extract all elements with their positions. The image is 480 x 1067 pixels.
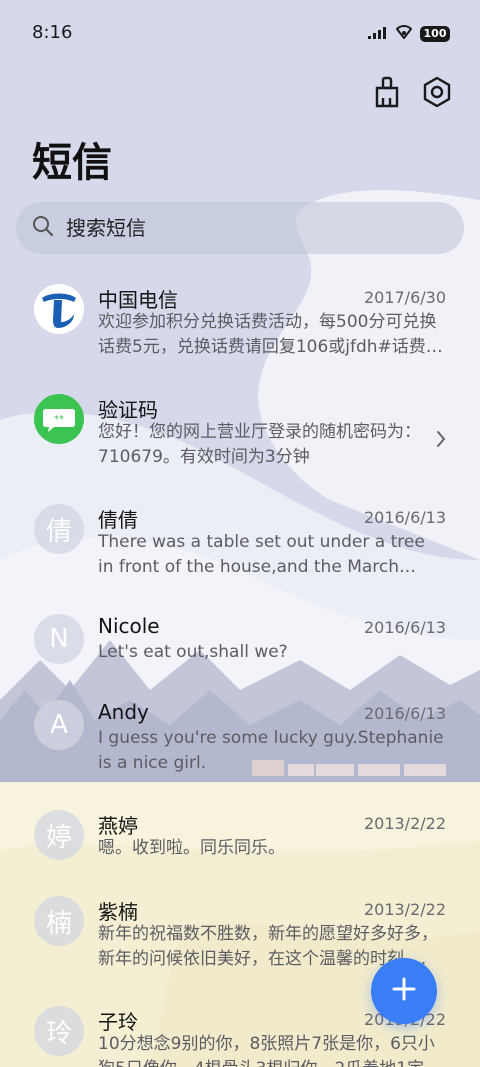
plus-icon: [391, 976, 417, 1006]
status-time: 8:16: [32, 22, 73, 43]
message-date: 2016/6/13: [363, 508, 446, 527]
message-item[interactable]: 中国电信 2017/6/30 欢迎参加积分兑换话费活动，每500分可兑换话费5元…: [0, 268, 480, 378]
wifi-icon: [395, 24, 413, 43]
contact-avatar: 婷: [34, 810, 84, 860]
message-sender: 中国电信: [98, 288, 178, 312]
new-message-button[interactable]: [371, 958, 437, 1024]
message-date: 2016/6/13: [363, 704, 446, 723]
message-date: 2013/2/22: [363, 814, 446, 833]
contact-avatar: N: [34, 614, 84, 664]
status-icons: 100: [368, 24, 450, 43]
message-sender: 验证码: [98, 398, 158, 422]
search-input[interactable]: [66, 216, 426, 240]
message-bubble-icon: **: [34, 394, 84, 444]
svg-text:**: **: [54, 414, 64, 425]
chevron-right-icon: [436, 430, 446, 452]
message-preview: 欢迎参加积分兑换话费活动，每500分可兑换话费5元，兑换话费请回复106或jfd…: [98, 312, 443, 357]
contact-avatar: 玲: [34, 1006, 84, 1056]
signal-icon: [368, 24, 388, 43]
message-item[interactable]: 婷 燕婷 2013/2/22 嗯。收到啦。同乐同乐。: [0, 794, 480, 880]
contact-avatar: 楠: [34, 896, 84, 946]
message-date: 2013/2/22: [363, 900, 446, 919]
battery-indicator: 100: [420, 25, 450, 42]
message-sender: 子玲: [98, 1010, 138, 1034]
contact-avatar: A: [34, 700, 84, 750]
message-date: 2017/6/30: [363, 288, 446, 307]
message-date: 2016/6/13: [363, 618, 446, 637]
clean-button[interactable]: [370, 76, 404, 112]
page-title: 短信: [32, 140, 112, 186]
gear-icon: [422, 76, 452, 112]
message-list: 中国电信 2017/6/30 欢迎参加积分兑换话费活动，每500分可兑换话费5元…: [0, 268, 480, 1067]
message-sender: Nicole: [98, 614, 160, 638]
message-preview: I guess you're some lucky guy.Stephanie …: [98, 728, 444, 773]
message-item[interactable]: N Nicole 2016/6/13 Let's eat out,shall w…: [0, 598, 480, 684]
telecom-logo-icon: [34, 284, 84, 334]
contact-avatar: 倩: [34, 504, 84, 554]
message-sender: Andy: [98, 700, 149, 724]
broom-icon: [373, 76, 401, 112]
message-item[interactable]: 倩 倩倩 2016/6/13 There was a table set out…: [0, 488, 480, 598]
message-preview: 您好！您的网上营业厅登录的随机密码为：710679。有效时间为3分钟: [98, 422, 421, 467]
status-bar: 8:16 100: [0, 0, 480, 68]
message-sender: 倩倩: [98, 508, 138, 532]
settings-button[interactable]: [420, 76, 454, 112]
message-preview: There was a table set out under a tree i…: [98, 532, 425, 577]
search-icon: [32, 215, 54, 241]
message-preview: 10分想念9别的你，8张照片7张是你，6只小狗5只像你，4根骨头3根归你，2瓜着…: [98, 1034, 435, 1067]
message-preview: 嗯。收到啦。同乐同乐。: [98, 838, 285, 858]
message-sender: 紫楠: [98, 900, 138, 924]
search-bar[interactable]: [16, 202, 464, 254]
message-sender: 燕婷: [98, 814, 138, 838]
message-item[interactable]: ** 验证码 您好！您的网上营业厅登录的随机密码为：710679。有效时间为3分…: [0, 378, 480, 488]
message-preview: Let's eat out,shall we?: [98, 642, 288, 662]
top-actions: [370, 76, 454, 112]
message-item[interactable]: A Andy 2016/6/13 I guess you're some luc…: [0, 684, 480, 794]
